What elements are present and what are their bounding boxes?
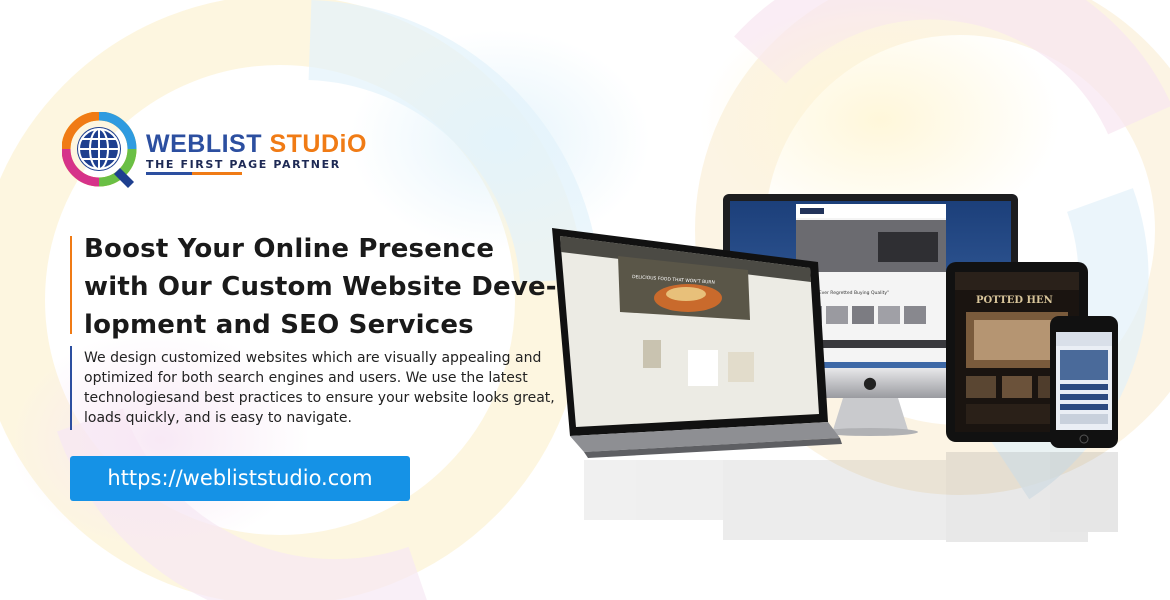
headline-accent-rule xyxy=(70,236,72,334)
brand-name: WEBLIST STUDiO xyxy=(146,132,367,157)
banner: WEBLIST STUDiO THE FIRST PAGE PARTNER Bo… xyxy=(0,0,1170,600)
brand-tagline: THE FIRST PAGE PARTNER xyxy=(146,158,341,171)
laptop: DELICIOUS FOOD THAT WON'T BURN xyxy=(552,228,842,458)
smartphone xyxy=(1050,316,1118,448)
tablet-title: POTTED HEN xyxy=(976,295,1053,306)
hero-headline: Boost Your Online Presence with Our Cust… xyxy=(84,234,557,340)
apple-logo-icon: ● xyxy=(863,373,877,392)
brand-logo[interactable]: WEBLIST STUDiO THE FIRST PAGE PARTNER xyxy=(62,112,366,192)
devices-reflection xyxy=(584,452,1118,542)
website-url-button[interactable]: https://webliststudio.com xyxy=(70,456,410,501)
brand-name-part1: WEBLIST xyxy=(146,130,262,158)
brand-underline-accent xyxy=(192,172,242,175)
body-accent-rule xyxy=(70,346,72,430)
brand-name-part2: STUDiO xyxy=(269,130,367,158)
globe-icon xyxy=(62,112,137,188)
devices-mockup: "Nobody Ever Regretted Buying Quality" ●… xyxy=(552,194,1118,542)
hero-body-text: We design customized websites which are … xyxy=(84,350,555,426)
